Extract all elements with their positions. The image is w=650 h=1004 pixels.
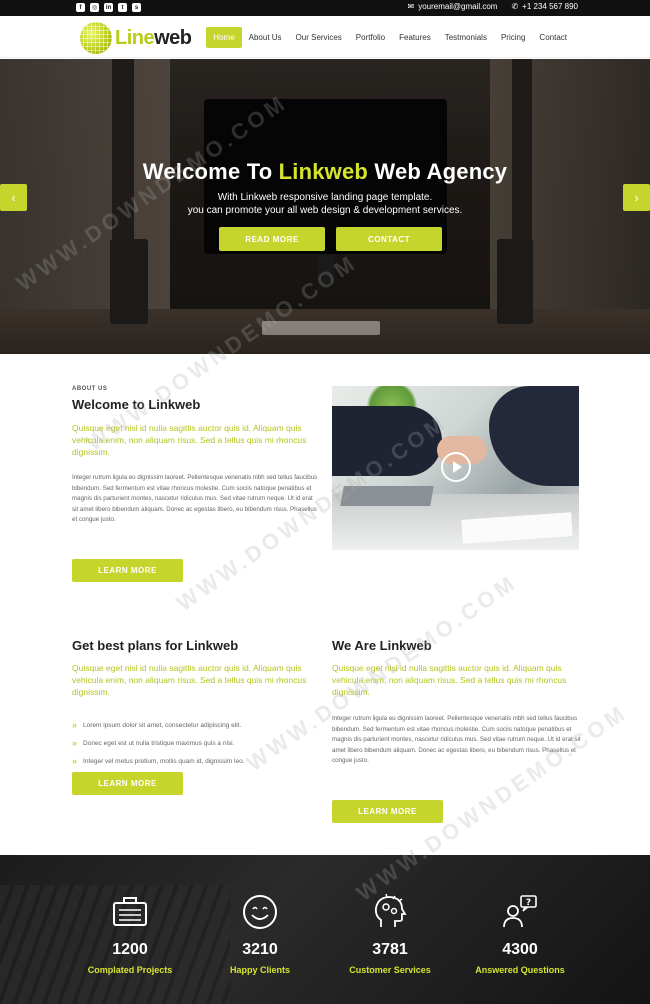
- about-learn-more-button[interactable]: LEARN MORE: [72, 559, 183, 582]
- hero-bg-monitor-stand: [318, 254, 334, 284]
- photo-person-left: [332, 406, 442, 476]
- globe-logo-icon: [80, 22, 112, 54]
- phone-icon: ✆: [511, 2, 519, 11]
- chevron-right-icon: »: [72, 756, 78, 766]
- phone-text: +1 234 567 890: [522, 2, 578, 11]
- stat-label: Answered Questions: [475, 965, 565, 975]
- stats-section: 1200 Complated Projects 3210 Happy Clien…: [0, 855, 650, 1004]
- we-are-learn-more-button[interactable]: LEARN MORE: [332, 800, 443, 823]
- user-question-icon: ?: [503, 895, 537, 928]
- logo[interactable]: Lineweb: [80, 22, 192, 54]
- smiley-icon: [243, 895, 277, 929]
- main-nav: Home About Us Our Services Portfolio Fea…: [206, 27, 574, 48]
- about-title: Welcome to Linkweb: [72, 397, 201, 412]
- head-gears-icon: [374, 893, 407, 927]
- hero-title: Welcome To Linkweb Web Agency: [142, 159, 508, 184]
- envelope-icon: ✉: [407, 2, 415, 11]
- stat-number: 1200: [112, 941, 148, 958]
- we-are-title: We Are Linkweb: [332, 638, 432, 653]
- read-more-button[interactable]: READ MORE: [219, 227, 325, 251]
- briefcase-icon: [113, 897, 147, 926]
- social-links: f ◎ in t s: [76, 3, 141, 12]
- list-item: » Lorem ipsum dolor sit amet, consectetur…: [72, 720, 242, 730]
- hero-slider: Welcome To Linkweb Web Agency With Linkw…: [0, 59, 650, 354]
- hero-subtitle: With Linkweb responsive landing page tem…: [187, 192, 463, 216]
- nav-item-our-services[interactable]: Our Services: [289, 27, 349, 48]
- stat-number: 4300: [502, 941, 538, 958]
- hero-bg-speaker: [497, 239, 533, 324]
- plans-learn-more-button[interactable]: LEARN MORE: [72, 772, 183, 795]
- about-body: Integer rutrum ligula eu dignissim laore…: [72, 474, 318, 523]
- stat-label: Happy Clients: [229, 965, 290, 975]
- facebook-icon[interactable]: f: [76, 3, 85, 12]
- phone-link[interactable]: ✆ +1 234 567 890: [511, 2, 578, 11]
- list-item: » Integer vel metus pretium, mollis quam …: [72, 756, 245, 766]
- stat-label: Complated Projects: [87, 965, 173, 975]
- top-bar: f ◎ in t s ✉ youremail@gmail.com ✆ +1 234 …: [0, 0, 650, 16]
- email-link[interactable]: ✉ youremail@gmail.com: [407, 2, 497, 11]
- we-are-body: Integer rutrum ligula eu dignissim laore…: [332, 715, 581, 764]
- contact-info: ✉ youremail@gmail.com ✆ +1 234 567 890: [407, 2, 578, 11]
- slider-prev-arrow-icon[interactable]: ‹: [0, 184, 27, 211]
- chevron-right-icon: »: [72, 738, 78, 748]
- we-are-lead: Quisque eget nisl id nulla sagittis auct…: [332, 663, 567, 697]
- plans-bullet-list: » Lorem ipsum dolor sit amet, consectetur…: [72, 716, 245, 770]
- twitter-icon[interactable]: t: [118, 3, 127, 12]
- nav-item-portfolio[interactable]: Portfolio: [349, 27, 392, 48]
- photo-laptop: [340, 486, 434, 506]
- instagram-icon[interactable]: ◎: [90, 3, 99, 12]
- nav-item-testmonials[interactable]: Testmonials: [438, 27, 494, 48]
- list-item: » Donec eget est ut nulla tristique maxim…: [72, 738, 235, 748]
- header: Lineweb Home About Us Our Services Portf…: [0, 16, 650, 58]
- section-label: ABOUT US: [72, 386, 108, 392]
- linkedin-icon[interactable]: in: [104, 3, 113, 12]
- chevron-right-icon: »: [72, 720, 78, 730]
- play-icon[interactable]: [441, 452, 471, 482]
- nav-item-pricing[interactable]: Pricing: [494, 27, 532, 48]
- about-lead: Quisque eget nisl id nulla sagittis auct…: [72, 423, 307, 457]
- logo-text: Lineweb: [115, 26, 192, 49]
- stat-number: 3781: [372, 941, 408, 958]
- hero-bg-keyboard: [262, 321, 380, 335]
- photo-person-right: [489, 386, 579, 486]
- hero-bg-speaker: [110, 239, 148, 324]
- nav-item-features[interactable]: Features: [392, 27, 438, 48]
- svg-text:?: ?: [526, 898, 531, 908]
- skype-icon[interactable]: s: [132, 3, 141, 12]
- plans-lead: Quisque eget nisl id nulla sagittis auct…: [72, 663, 307, 697]
- slider-next-arrow-icon[interactable]: ›: [623, 184, 650, 211]
- nav-item-about-us[interactable]: About Us: [242, 27, 289, 48]
- nav-item-home[interactable]: Home: [206, 27, 242, 48]
- stat-label: Customer Services: [349, 965, 431, 975]
- about-video-thumbnail[interactable]: [332, 386, 579, 550]
- nav-item-contact[interactable]: Contact: [532, 27, 574, 48]
- contact-button[interactable]: CONTACT: [336, 227, 442, 251]
- stat-number: 3210: [242, 941, 278, 958]
- plans-title: Get best plans for Linkweb: [72, 638, 239, 653]
- email-text: youremail@gmail.com: [418, 2, 498, 11]
